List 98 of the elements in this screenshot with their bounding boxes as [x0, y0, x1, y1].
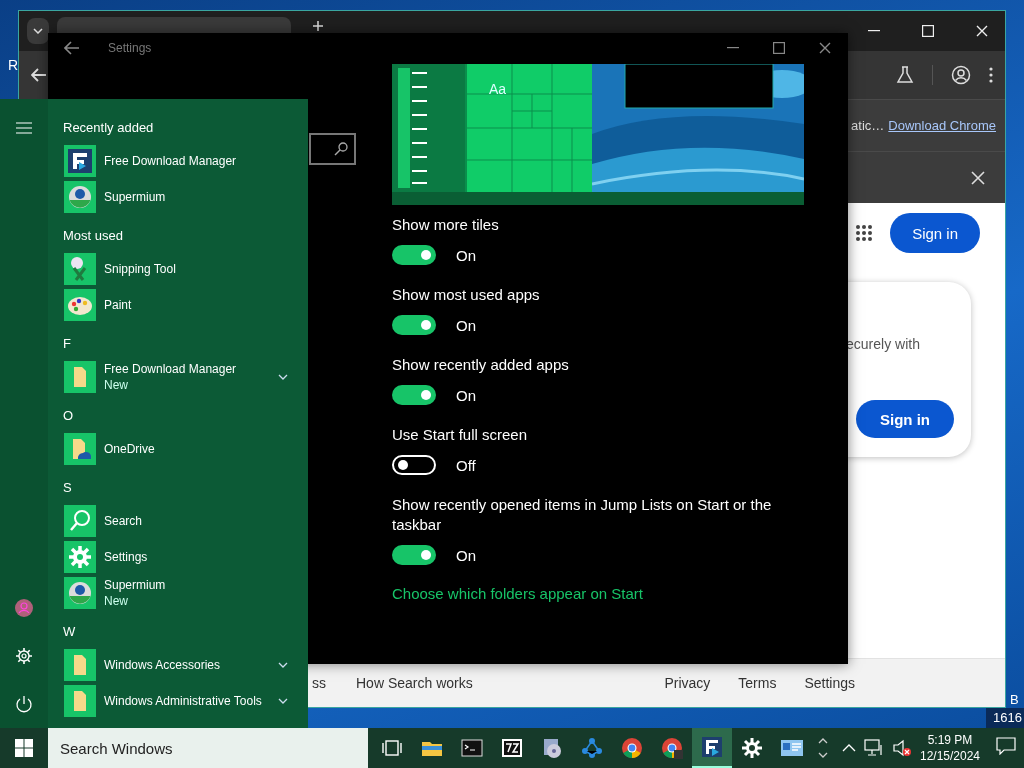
search-field[interactable]: Search Windows	[48, 728, 368, 768]
app-item[interactable]: Supermium New	[64, 575, 292, 611]
toggle-state: On	[456, 246, 476, 264]
group-header: Recently added	[63, 119, 155, 137]
desktop-icon-label: R	[8, 57, 19, 73]
infobar-text: atic…	[851, 118, 885, 133]
back-arrow-icon	[64, 41, 80, 55]
cloud-folder-icon	[64, 433, 96, 465]
close-icon	[976, 25, 988, 37]
archive-icon	[500, 736, 524, 760]
app-item[interactable]: Supermium	[64, 179, 292, 215]
download-app-icon	[64, 145, 96, 177]
settings-icon	[15, 647, 33, 665]
more-menu-icon	[989, 67, 993, 83]
footer-link[interactable]: Privacy	[664, 675, 711, 691]
folder-icon	[64, 685, 96, 717]
volume-muted-icon	[892, 739, 912, 757]
maximize-icon	[922, 25, 934, 37]
tile-text: Aa	[489, 81, 507, 97]
flask-icon	[896, 66, 914, 84]
clock[interactable]: 5:19 PM 12/15/2024	[916, 732, 984, 764]
toggle-state: On	[456, 316, 476, 334]
chevron-up-icon	[818, 738, 828, 744]
footer-link[interactable]: Settings	[804, 675, 855, 691]
toggle-switch[interactable]	[392, 385, 436, 405]
app-item[interactable]: Settings	[64, 539, 292, 575]
footer-link[interactable]: How Search works	[356, 675, 473, 691]
download-link[interactable]: Download Chrome	[888, 118, 996, 133]
group-header: W	[63, 623, 77, 641]
browser-icon	[64, 181, 96, 213]
search-icon	[64, 505, 96, 537]
maximize-icon	[773, 42, 785, 54]
close-icon	[971, 170, 985, 185]
search-field[interactable]	[309, 133, 356, 165]
gear-icon	[64, 541, 96, 573]
option-label: Show more tiles	[392, 215, 500, 235]
app-item[interactable]: Snipping Tool	[64, 251, 292, 287]
app-item[interactable]: OneDrive	[64, 431, 292, 467]
close-icon	[819, 42, 831, 54]
chrome-icon	[660, 736, 684, 760]
power-icon	[15, 695, 33, 713]
card-text: ecurely with	[846, 335, 920, 354]
minimize-icon	[727, 47, 739, 49]
user-icon	[15, 599, 33, 617]
app-item[interactable]: Windows Administrative Tools	[64, 683, 292, 719]
window-title: Settings	[108, 41, 152, 55]
footer-link[interactable]: Terms	[738, 675, 777, 691]
toggle-switch[interactable]	[392, 455, 436, 475]
minimize-icon	[868, 30, 880, 32]
scissors-icon	[64, 253, 96, 285]
sign-in-button[interactable]: Sign in	[890, 213, 980, 253]
plus-icon	[313, 21, 323, 31]
desktop-text: B	[1010, 692, 1019, 707]
taskbar-app[interactable]	[692, 728, 732, 768]
notification-icon	[996, 737, 1016, 755]
chevron-down-icon	[33, 28, 43, 34]
option-label: Use Start full screen	[392, 425, 529, 445]
browser-icon	[64, 577, 96, 609]
app-item[interactable]: Free Download Manager New	[64, 359, 292, 395]
chevron-up-icon	[842, 744, 856, 752]
footer-link[interactable]: ss	[312, 675, 326, 691]
app-item[interactable]: Free Download Manager	[64, 143, 292, 179]
network-icon	[864, 739, 884, 757]
group-header: F	[63, 335, 72, 353]
sign-in-button[interactable]: Sign in	[856, 400, 954, 438]
back-arrow-icon	[31, 68, 47, 82]
group-header: Most used	[63, 227, 124, 245]
chevron-down-icon	[818, 752, 828, 758]
toggle-state: Off	[456, 456, 476, 474]
chrome-icon	[620, 736, 644, 760]
folder-icon	[64, 361, 96, 393]
toggle-switch[interactable]	[392, 245, 436, 265]
folders-link[interactable]: Choose which folders appear on Start	[392, 585, 643, 602]
option-label: Show recently added apps	[392, 355, 570, 375]
folder-icon	[64, 649, 96, 681]
toggle-switch[interactable]	[392, 315, 436, 335]
desktop-text: 1616	[986, 708, 1024, 728]
app-item[interactable]: Windows Accessories	[64, 647, 292, 683]
menu-icon	[16, 122, 32, 134]
toggle-switch[interactable]	[392, 545, 436, 565]
tab-list-button[interactable]	[27, 18, 49, 44]
windows-logo-icon	[15, 739, 33, 757]
palette-icon	[64, 289, 96, 321]
search-icon	[334, 142, 348, 156]
option-label: Show most used apps	[392, 285, 541, 305]
group-header: S	[63, 479, 73, 497]
apps-grid-icon	[856, 225, 873, 241]
network-icon	[580, 736, 604, 760]
toggle-state: On	[456, 386, 476, 404]
settings-icon	[740, 736, 764, 760]
download-app-icon	[700, 735, 724, 759]
app-item[interactable]: Search	[64, 503, 292, 539]
group-header: O	[63, 407, 75, 425]
option-label: Show recently opened items in Jump Lists on Start or the taskbar	[392, 495, 773, 535]
terminal-icon	[460, 736, 484, 760]
app-item[interactable]: Paint	[64, 287, 292, 323]
toggle-state: On	[456, 546, 476, 564]
profile-icon	[951, 65, 971, 85]
